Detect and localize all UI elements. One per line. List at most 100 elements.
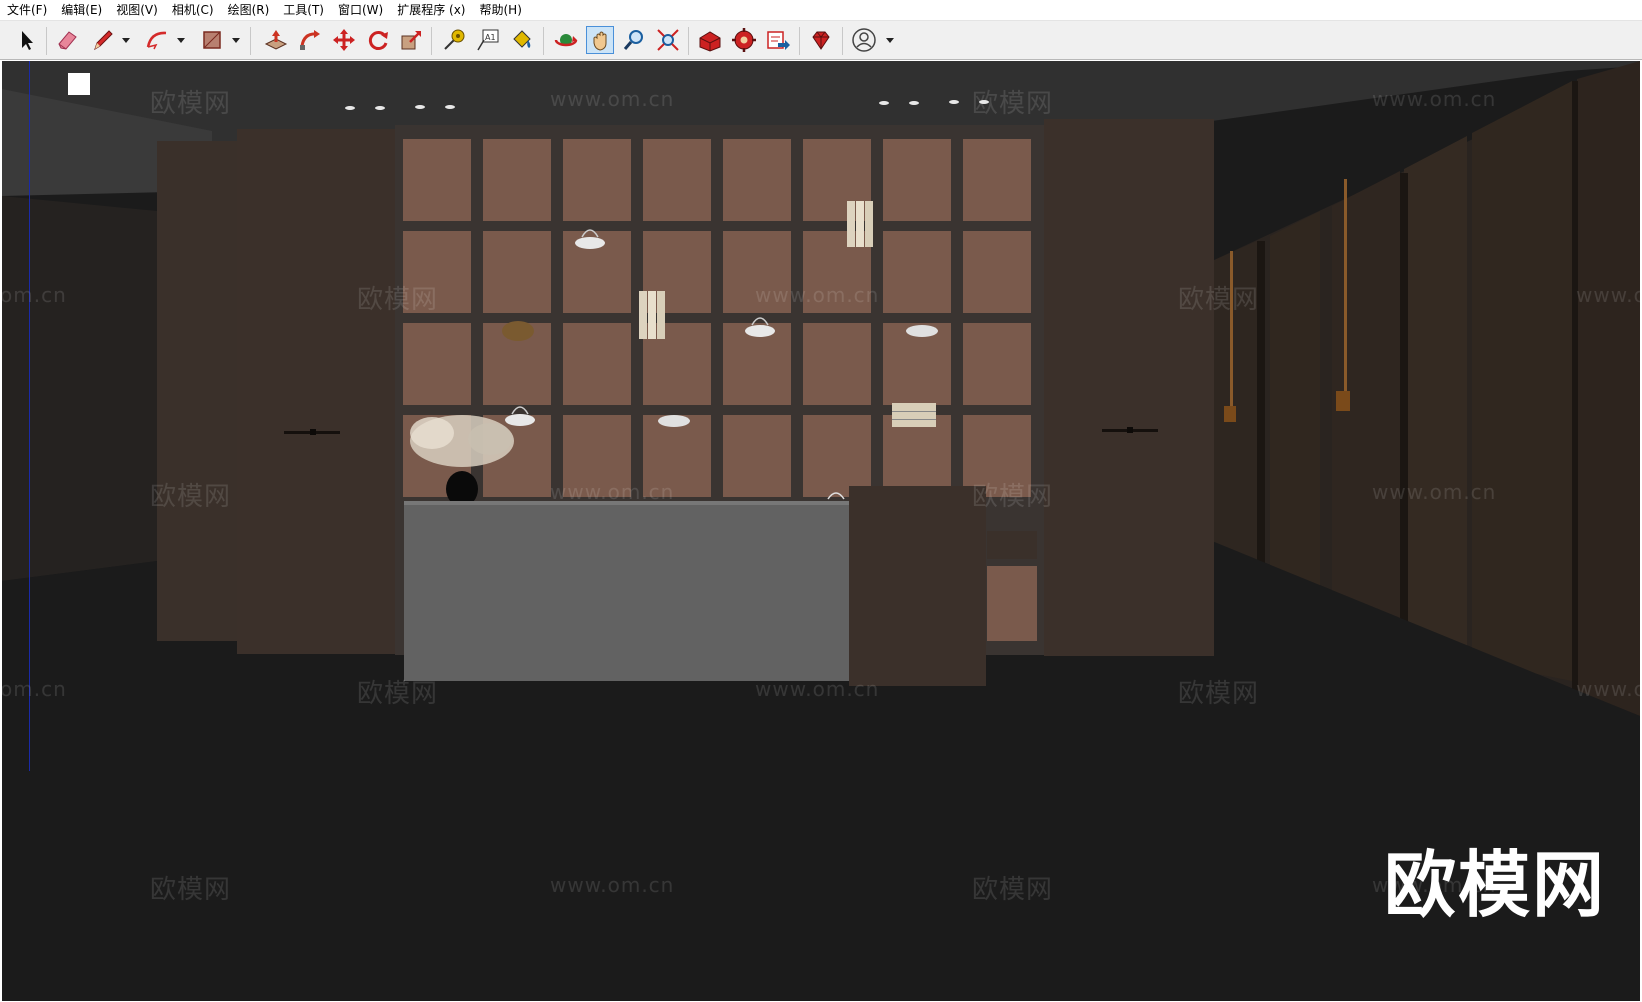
shelf-cell [563, 323, 631, 405]
shelf-cell [643, 139, 711, 221]
follow-me-tool-button[interactable] [296, 26, 324, 54]
shelf-cell [723, 415, 791, 497]
toolbar-separator [250, 27, 251, 55]
toolbar-separator [799, 27, 800, 55]
shelf-cell [563, 139, 631, 221]
shelf-cell [483, 231, 551, 313]
toolbar-separator [46, 27, 47, 55]
eraser-icon [58, 31, 77, 50]
send-to-layout-button[interactable] [764, 26, 792, 54]
orbit-tool-button[interactable] [552, 26, 580, 54]
shelf-cell [483, 139, 551, 221]
menu-help[interactable]: 帮助(H) [472, 0, 528, 20]
shelf-cell [643, 415, 711, 497]
line-tool-button[interactable] [89, 26, 117, 54]
pan-icon [593, 31, 607, 51]
shelf-cell [723, 139, 791, 221]
toolbar-separator [431, 27, 432, 55]
shelf-cell [403, 139, 471, 221]
scale-tool-button[interactable] [398, 26, 426, 54]
zoom-icon [623, 30, 643, 50]
tape-measure-tool-button[interactable] [440, 26, 468, 54]
shape-tool-button[interactable] [198, 26, 226, 54]
follow-me-icon [300, 30, 320, 50]
paint-bucket-icon [513, 30, 531, 48]
pan-tool-button[interactable] [586, 26, 614, 54]
menu-draw[interactable]: 绘图(R) [221, 0, 277, 20]
menu-view[interactable]: 视图(V) [109, 0, 165, 20]
paint-bucket-tool-button[interactable] [508, 26, 536, 54]
toolbar-separator [688, 27, 689, 55]
counter-edge [404, 501, 849, 505]
shelf-cell [963, 139, 1031, 221]
zoom-tool-button[interactable] [620, 26, 648, 54]
text-tool-button[interactable]: A1 [474, 26, 502, 54]
shelf-cell [803, 415, 871, 497]
dried-plant-decor [502, 321, 534, 341]
shelf-cell [403, 231, 471, 313]
rotate-tool-button[interactable] [364, 26, 392, 54]
chevron-down-icon[interactable] [885, 35, 895, 45]
reception-counter [404, 501, 849, 681]
left-cabinet-knob [310, 429, 316, 435]
account-icon [852, 28, 876, 52]
3d-viewport[interactable]: 欧模网 www.om.cn 欧模网 www.om.cn om.cn 欧模网 ww… [2, 61, 1640, 1001]
arc-tool-button[interactable] [143, 26, 171, 54]
right-cabinet-knob [1127, 427, 1133, 433]
shelf-cell [803, 323, 871, 405]
menu-edit[interactable]: 编辑(E) [54, 0, 109, 20]
brand-logo: 欧模网 [1384, 843, 1607, 927]
chevron-down-icon[interactable] [121, 35, 131, 45]
eraser-tool-button[interactable] [53, 26, 81, 54]
warehouse-icon [699, 31, 721, 52]
toolbar-separator [543, 27, 544, 55]
menu-file[interactable]: 文件(F) [0, 0, 54, 20]
text-icon: A1 [477, 29, 499, 51]
toolbar-separator [842, 27, 843, 55]
account-button[interactable] [850, 26, 878, 54]
pencil-icon [94, 30, 113, 51]
shelf-cell [723, 231, 791, 313]
push-pull-tool-button[interactable] [262, 26, 290, 54]
extension-manager-button[interactable] [807, 26, 835, 54]
orbit-icon [554, 34, 578, 47]
shelf-cell [883, 139, 951, 221]
shelf-cell [563, 415, 631, 497]
left-cabinet-outer [157, 141, 237, 641]
rotate-icon [368, 31, 388, 50]
left-wall [2, 196, 157, 581]
send-to-layout-icon [767, 31, 790, 50]
shelf-cell [883, 415, 951, 497]
arc-icon [146, 31, 167, 50]
menu-window[interactable]: 窗口(W) [331, 0, 390, 20]
zoom-extents-tool-button[interactable] [654, 26, 682, 54]
shelf-cell [963, 415, 1031, 497]
tape-measure-icon [444, 29, 465, 50]
menu-camera[interactable]: 相机(C) [165, 0, 221, 20]
lower-shelf-cell [987, 566, 1037, 641]
menu-tools[interactable]: 工具(T) [276, 0, 331, 20]
menu-bar: 文件(F) 编辑(E) 视图(V) 相机(C) 绘图(R) 工具(T) 窗口(W… [0, 0, 1642, 20]
shelf-cell [963, 231, 1031, 313]
menu-extensions[interactable]: 扩展程序 (x) [390, 0, 472, 20]
extension-warehouse-button[interactable] [730, 26, 758, 54]
chevron-down-icon[interactable] [231, 35, 241, 45]
right-cabinet-door [1044, 119, 1214, 656]
shelf-cell [963, 323, 1031, 405]
rectangle-icon [203, 31, 221, 49]
shelf-cell [403, 323, 471, 405]
left-cabinet-door [237, 129, 397, 654]
move-icon [333, 29, 355, 51]
3d-warehouse-button[interactable] [696, 26, 724, 54]
select-tool-button[interactable] [12, 26, 40, 54]
box-decor [892, 403, 936, 427]
counter-wood-panel [849, 486, 986, 686]
chevron-down-icon[interactable] [176, 35, 186, 45]
scale-icon [401, 31, 421, 50]
extension-warehouse-icon [732, 28, 756, 52]
svg-text:A1: A1 [485, 33, 496, 42]
extension-manager-icon [812, 31, 830, 50]
move-tool-button[interactable] [330, 26, 358, 54]
lower-shelf-drawer [987, 531, 1037, 559]
blue-axis-line [29, 61, 30, 771]
